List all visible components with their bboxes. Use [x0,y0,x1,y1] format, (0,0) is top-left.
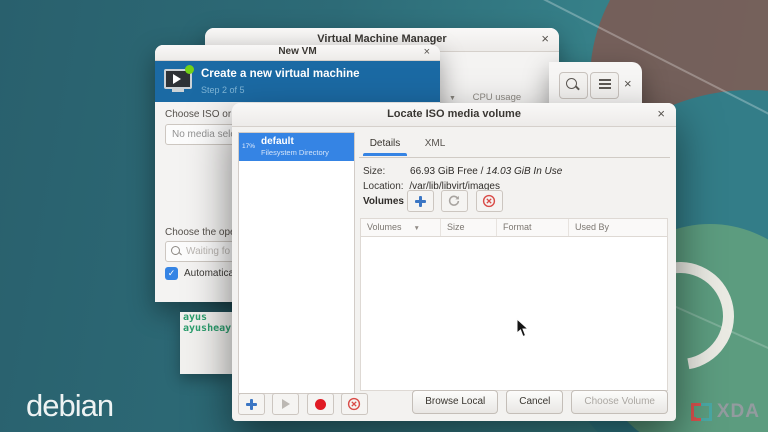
search-icon [171,246,180,255]
dialog-action-buttons: Browse Local Cancel Choose Volume [412,390,668,414]
delete-pool-button[interactable] [341,393,368,415]
sort-indicator-icon: ▼ [414,225,420,232]
refresh-icon [447,194,461,208]
terminal-prompt-line: ayus [180,312,232,323]
column-header-volumes[interactable]: Volumes▼ [361,219,441,236]
debian-wordmark: debian [26,388,113,424]
terminal-prompt-line: ayusheay [180,323,232,334]
hamburger-menu-icon [599,79,611,89]
delete-circle-icon [347,397,361,411]
volumes-table[interactable]: Volumes▼ Size Format Used By [360,218,668,391]
cpu-usage-label: CPU usage [473,92,522,103]
dialog-titlebar[interactable]: Locate ISO media volume × [232,103,676,127]
mouse-cursor [516,318,530,338]
delete-volume-button[interactable] [476,190,503,212]
column-header-format[interactable]: Format [497,219,569,236]
virtual-machine-icon [164,67,194,95]
wizard-title: Create a new virtual machine [201,68,360,80]
browse-local-button[interactable]: Browse Local [412,390,498,414]
autodetect-checkbox-row[interactable]: ✓ Automatica [165,267,234,280]
location-label: Location: [363,181,404,192]
pool-toolbar [238,393,371,415]
tab-xml[interactable]: XML [415,132,455,156]
add-pool-button[interactable] [238,393,265,415]
newvm-close-icon[interactable]: × [424,47,430,58]
vmm-window-title: Virtual Machine Manager [205,33,559,45]
pool-usage-percent: 17% [242,143,255,150]
pool-detail-pane: Details XML Size: 66.93 GiB Free / 14.03… [359,132,670,392]
volumes-label: Volumes [363,196,404,207]
xda-watermark: XDA [689,401,760,423]
aux-close-icon[interactable]: × [624,77,632,90]
checkbox-checked-icon[interactable]: ✓ [165,267,178,280]
size-used-value: 14.03 GiB In Use [486,166,562,177]
storage-pool-list[interactable]: 17% default Filesystem Directory [238,132,355,394]
xda-wordmark: XDA [717,401,760,423]
refresh-volumes-button[interactable] [441,190,468,212]
record-stop-icon [315,399,326,410]
play-icon [282,399,290,409]
vmm-close-icon[interactable]: × [541,32,549,45]
search-icon [566,78,577,89]
detail-tabs: Details XML [359,132,670,158]
search-button[interactable] [559,72,588,99]
pool-type: Filesystem Directory [261,148,329,157]
size-row: Size: 66.93 GiB Free / 14.03 GiB In Use [363,166,562,177]
media-entry-value: No media sele [166,129,236,140]
choose-media-label: Choose ISO or C [165,109,241,120]
wizard-step: Step 2 of 5 [201,85,245,95]
volumes-toolbar [407,190,506,212]
newvm-header-banner: Create a new virtual machine Step 2 of 5 [155,61,440,102]
autodetect-label: Automatica [184,268,234,279]
stop-pool-button[interactable] [307,393,334,415]
pool-name: default [261,136,294,147]
delete-circle-icon [482,194,496,208]
pool-item-default-selected[interactable]: 17% default Filesystem Directory [239,133,354,161]
cancel-button[interactable]: Cancel [506,390,563,414]
xda-logo-icon [689,403,713,421]
tab-details[interactable]: Details [359,132,411,156]
dialog-close-icon[interactable]: × [657,107,665,120]
column-header-size[interactable]: Size [441,219,497,236]
column-header-used-by[interactable]: Used By [569,219,667,236]
desktop: debian XDA Virtual Machine Manager × ▼ C… [0,0,768,432]
newvm-titlebar[interactable]: New VM × [155,45,440,61]
menu-button[interactable] [590,72,619,99]
choose-volume-button[interactable]: Choose Volume [571,390,668,414]
volumes-table-header: Volumes▼ Size Format Used By [361,219,667,237]
choose-os-label: Choose the ope [165,227,236,238]
newvm-window-title: New VM [155,46,440,57]
size-label: Size: [363,166,385,177]
size-free-value: 66.93 GiB Free / [410,166,483,177]
dialog-title: Locate ISO media volume [232,108,676,120]
add-volume-button[interactable] [407,190,434,212]
start-pool-button[interactable] [272,393,299,415]
dialog-locate-iso-media-volume: Locate ISO media volume × 17% default Fi… [232,103,676,421]
window-terminal-fragment[interactable]: ayus ayusheay [180,312,232,374]
vmm-cpu-usage-column-header[interactable]: ▼ CPU usage [449,92,521,103]
sort-indicator-icon: ▼ [449,95,456,102]
